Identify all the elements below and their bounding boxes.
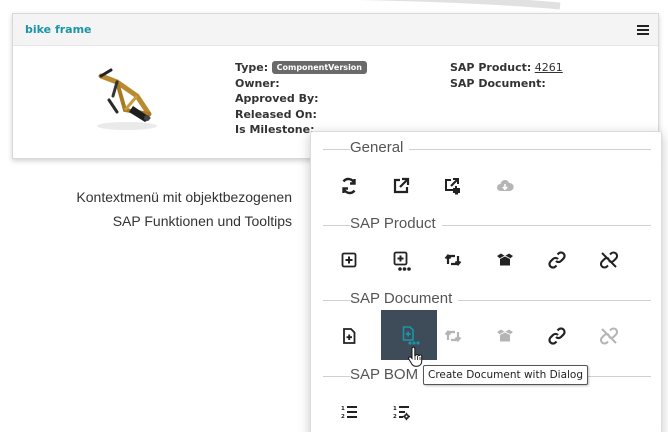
prop-sap-product: SAP Product: 4261 — [450, 60, 563, 76]
card-header: bike frame — [13, 14, 658, 46]
box-open-icon — [497, 253, 513, 266]
properties-right: SAP Product: 4261 SAP Document: — [450, 60, 563, 91]
caption-line: Kontextmenü mit objektbezogenen — [76, 189, 292, 205]
open-external-button[interactable] — [375, 164, 427, 208]
menu-hamburger-icon[interactable] — [636, 23, 650, 37]
open-document-box-button[interactable] — [479, 314, 531, 358]
svg-text:1: 1 — [393, 406, 397, 412]
prop-type: Type: ComponentVersion — [235, 60, 367, 76]
cloud-download-icon — [497, 180, 514, 191]
open-in-window-button[interactable] — [427, 164, 479, 208]
open-in-window-icon — [445, 178, 460, 195]
prop-released-on: Released On: — [235, 107, 367, 123]
group-title-general: General — [323, 139, 651, 157]
list-ol-icon: 12 — [341, 406, 357, 420]
prop-label: Owner: — [235, 76, 280, 90]
replace-product-button[interactable] — [427, 238, 479, 282]
retweet-icon — [444, 329, 462, 343]
create-document-button[interactable] — [323, 314, 375, 358]
prop-owner: Owner: — [235, 76, 367, 92]
group-title-text: SAP BOM — [350, 366, 425, 383]
unlink-product-button[interactable] — [583, 238, 635, 282]
link-document-button[interactable] — [531, 314, 583, 358]
link-product-button[interactable] — [531, 238, 583, 282]
plus-square-dialog-icon — [393, 251, 411, 271]
refresh-icon — [342, 177, 356, 195]
caption-line: SAP Funktionen und Tooltips — [112, 213, 292, 229]
group-title-sap-document: SAP Document — [323, 290, 651, 308]
svg-text:2: 2 — [341, 414, 345, 420]
plus-square-icon — [341, 252, 357, 268]
bike-frame-image — [97, 68, 157, 130]
group-title-sap-product: SAP Product — [323, 215, 651, 233]
sap-product-link[interactable]: 4261 — [535, 61, 563, 74]
list-ol-settings-icon: 12 — [393, 406, 410, 421]
external-link-icon — [393, 177, 410, 194]
create-bom-button[interactable]: 12 — [323, 390, 375, 432]
prop-label: SAP Document: — [450, 76, 546, 90]
prop-label: Released On: — [235, 107, 317, 121]
box-open-icon — [497, 329, 513, 342]
retweet-icon — [444, 253, 462, 267]
unlink-document-button[interactable] — [583, 314, 635, 358]
link-icon — [548, 251, 566, 269]
configure-bom-button[interactable]: 12 — [375, 390, 427, 432]
unlink-icon — [600, 251, 618, 269]
prop-approved-by: Approved By: — [235, 91, 367, 107]
replace-document-button[interactable] — [427, 314, 479, 358]
create-product-button[interactable] — [323, 238, 375, 282]
group-title-text: SAP Product — [350, 215, 442, 232]
type-badge: ComponentVersion — [271, 61, 367, 74]
prop-sap-document: SAP Document: — [450, 76, 563, 92]
unlink-icon — [600, 327, 618, 345]
group-title-text: General — [350, 139, 410, 156]
prop-label: Type: — [235, 61, 269, 74]
prop-label: SAP Product: — [450, 61, 532, 74]
tooltip: Create Document with Dialog — [423, 365, 589, 385]
svg-text:2: 2 — [393, 414, 397, 420]
properties-left: Type: ComponentVersion Owner: Approved B… — [235, 60, 367, 138]
prop-label: Approved By: — [235, 92, 319, 105]
file-plus-dialog-icon — [402, 326, 420, 345]
open-product-box-button[interactable] — [479, 238, 531, 282]
item-thumbnail — [87, 56, 167, 136]
card-title[interactable]: bike frame — [25, 23, 92, 36]
link-icon — [548, 327, 566, 345]
group-title-text: SAP Document — [350, 290, 459, 307]
hand-pointer-icon — [408, 346, 423, 367]
context-menu: General SAP Product SAP Document SAP BOM… — [310, 131, 662, 432]
file-plus-icon — [343, 328, 356, 344]
refresh-button[interactable] — [323, 164, 375, 208]
svg-text:1: 1 — [341, 406, 345, 412]
create-product-dialog-button[interactable] — [375, 238, 427, 282]
prop-label: Is Milestone: — [235, 123, 315, 136]
cloud-download-button[interactable] — [479, 164, 531, 208]
caption: Kontextmenü mit objektbezogenen SAP Funk… — [16, 185, 292, 233]
